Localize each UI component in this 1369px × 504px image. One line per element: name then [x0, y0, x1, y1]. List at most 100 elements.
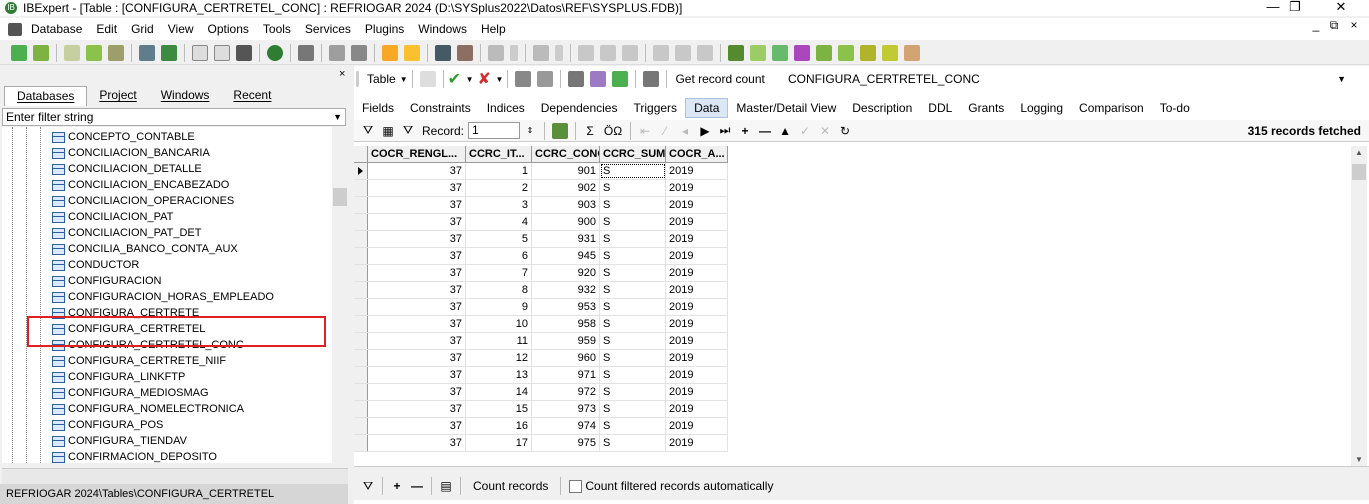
last-record-icon[interactable]: ⏭ [715, 123, 735, 138]
table-cell[interactable]: 903 [532, 197, 600, 213]
row-indicator[interactable] [354, 367, 368, 383]
count-filtered-checkbox[interactable] [569, 479, 583, 493]
table-cell[interactable]: 901 [532, 163, 600, 179]
table-cell[interactable]: 2019 [666, 248, 728, 264]
script-icon[interactable] [236, 44, 252, 61]
tab-project[interactable]: Project [87, 86, 148, 106]
record-spinner[interactable]: ⇕ [520, 126, 540, 135]
keys-icon[interactable] [404, 44, 420, 61]
table-cell[interactable]: 2019 [666, 214, 728, 230]
save-icon[interactable] [533, 44, 549, 61]
maximize-button[interactable]: ❐ [1272, 0, 1318, 16]
menu-database[interactable]: Database [24, 18, 89, 40]
table-cell[interactable]: 37 [368, 214, 466, 230]
tree-item-table[interactable]: CONCILIA_BANCO_CONTA_AUX [52, 241, 238, 257]
table-row[interactable]: 37 4 900 S 2019 [354, 214, 728, 231]
table-row[interactable]: 37 10 958 S 2019 [354, 316, 728, 333]
tab-databases[interactable]: Databases [4, 86, 88, 106]
table-cell[interactable]: 37 [368, 282, 466, 298]
query-builder-icon[interactable] [329, 44, 345, 61]
table-cell[interactable]: 2019 [666, 197, 728, 213]
open-dropdown-icon[interactable] [510, 44, 518, 61]
remove-icon[interactable]: — [407, 479, 427, 493]
table-cell[interactable]: 4 [466, 214, 532, 230]
row-indicator[interactable] [354, 401, 368, 417]
new-file-icon[interactable] [192, 44, 208, 61]
new-udf-icon[interactable] [860, 44, 876, 61]
column-header[interactable]: CCRC_SUMA [600, 146, 666, 162]
table-menu-button[interactable]: Table [363, 72, 400, 86]
tab-dependencies[interactable]: Dependencies [533, 99, 626, 117]
tab-master-detail[interactable]: Master/Detail View [728, 99, 844, 117]
table-cell[interactable]: S [600, 350, 666, 366]
tree-item-table[interactable]: CONFIGURA_LINKFTP [52, 369, 185, 385]
chevron-down-icon[interactable]: ▼ [466, 75, 474, 84]
table-cell[interactable]: 37 [368, 435, 466, 451]
database-tree[interactable]: CONCEPTO_CONTABLE CONCILIACION_BANCARIA CO… [2, 127, 332, 463]
table-cell[interactable]: S [600, 316, 666, 332]
table-cell[interactable]: 975 [532, 435, 600, 451]
record-number-input[interactable]: 1 [468, 122, 521, 139]
tree-item-table[interactable]: CONCILIACION_ENCABEZADO [52, 177, 229, 193]
menu-help[interactable]: Help [474, 18, 513, 40]
row-indicator[interactable] [354, 435, 368, 451]
save-dropdown-icon[interactable] [555, 44, 563, 61]
row-indicator[interactable] [354, 333, 368, 349]
prev-record-icon[interactable]: ◂ [675, 124, 695, 138]
commit-icon[interactable]: ✔ [448, 69, 466, 89]
table-cell[interactable]: 37 [368, 299, 466, 315]
table-cell[interactable]: 12 [466, 350, 532, 366]
table-cell[interactable]: 2019 [666, 163, 728, 179]
sum-button[interactable]: Σ [580, 124, 600, 138]
table-cell[interactable]: 37 [368, 333, 466, 349]
row-indicator[interactable] [354, 180, 368, 196]
table-cell[interactable]: 2019 [666, 435, 728, 451]
scroll-thumb[interactable] [1352, 164, 1366, 180]
tree-item-table[interactable]: CONFIGURA_POS [52, 417, 163, 433]
table-cell[interactable]: 13 [466, 367, 532, 383]
column-header[interactable]: CCRC_CONC [532, 146, 600, 162]
tree-item-table[interactable]: CONFIGURA_MEDIOSMAG [52, 385, 209, 401]
table-cell[interactable]: S [600, 163, 666, 179]
filter-icon[interactable]: ⛛ [358, 479, 378, 494]
tree-item-table[interactable]: CONDUCTOR [52, 257, 139, 273]
unregister-db-icon[interactable] [33, 44, 49, 61]
close-window-button[interactable]: ✕ [1318, 0, 1364, 16]
table-row[interactable]: 37 7 920 S 2019 [354, 265, 728, 282]
menu-edit[interactable]: Edit [89, 18, 124, 40]
tab-description[interactable]: Description [844, 99, 920, 117]
tree-horizontal-scrollbar[interactable] [2, 468, 348, 484]
table-cell[interactable]: 2019 [666, 231, 728, 247]
next-record-icon[interactable]: ▶ [695, 124, 715, 138]
table-row[interactable]: 37 8 932 S 2019 [354, 282, 728, 299]
tree-item-table[interactable]: CONCILIACION_PAT [52, 209, 173, 225]
table-cell[interactable]: 37 [368, 384, 466, 400]
tree-item-table[interactable]: CONCILIACION_OPERACIONES [52, 193, 234, 209]
mdi-menu-icon[interactable] [8, 22, 22, 36]
table-cell[interactable]: 2019 [666, 333, 728, 349]
table-cell[interactable]: 6 [466, 248, 532, 264]
table-cell[interactable]: S [600, 231, 666, 247]
row-indicator[interactable] [354, 214, 368, 230]
table-cell[interactable]: 37 [368, 316, 466, 332]
table-cell[interactable]: 14 [466, 384, 532, 400]
first-record-icon[interactable]: ⇤ [635, 124, 655, 138]
table-cell[interactable]: 971 [532, 367, 600, 383]
chevron-down-icon[interactable]: ▼ [400, 75, 408, 84]
table-cell[interactable]: 37 [368, 197, 466, 213]
find-icon[interactable] [653, 44, 669, 61]
sql-editor-icon[interactable] [298, 44, 314, 61]
table-cell[interactable]: S [600, 180, 666, 196]
row-indicator[interactable] [354, 197, 368, 213]
column-header[interactable]: COCR_RENGL... [368, 146, 466, 162]
table-cell[interactable]: S [600, 418, 666, 434]
refresh-data-icon[interactable]: ↻ [835, 124, 855, 138]
table-cell[interactable]: S [600, 248, 666, 264]
connect-icon[interactable] [64, 44, 80, 61]
exit-icon[interactable] [161, 44, 177, 61]
table-row[interactable]: 37 13 971 S 2019 [354, 367, 728, 384]
new-table-icon[interactable] [728, 44, 744, 61]
refresh-icon[interactable] [267, 44, 283, 61]
table-cell[interactable]: 945 [532, 248, 600, 264]
table-cell[interactable]: 37 [368, 367, 466, 383]
